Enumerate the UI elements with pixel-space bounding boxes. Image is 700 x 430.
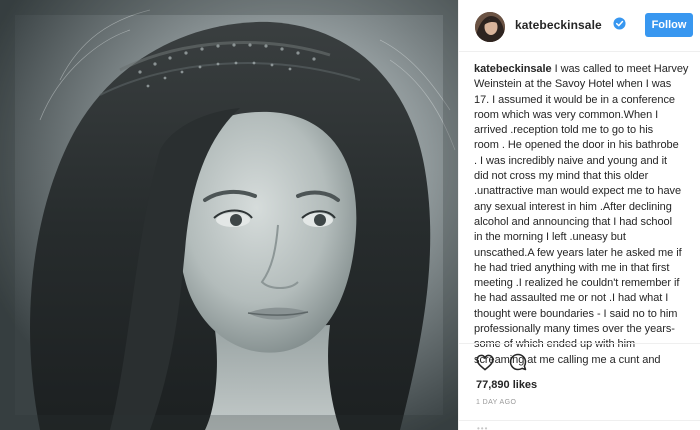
caption-username-link[interactable]: katebeckinsale [474, 63, 552, 75]
caption-line: thought were boundaries - I said no to h… [474, 307, 678, 320]
caption-line: unscathed.A few years later he asked me … [474, 246, 682, 259]
portrait-image [0, 0, 458, 430]
avatar[interactable] [475, 12, 505, 42]
more-options-icon[interactable]: ••• [477, 424, 488, 430]
caption-line-0: katebeckinsale I was called to meet Harv… [474, 62, 698, 77]
post-timestamp[interactable]: 1 DAY AGO [476, 399, 516, 406]
caption-line: .unattractive man would expect me to hav… [474, 185, 682, 198]
comment-bar: ••• [459, 420, 700, 430]
caption-line: did not cross my mind that this older [474, 170, 649, 183]
caption-line: . I was incredibly naive and young and i… [474, 154, 668, 167]
caption-line: he had tried anything with me in that fi… [474, 261, 670, 274]
caption-line: any sexual interest in him .After declin… [474, 200, 672, 213]
avatar-image [475, 12, 505, 42]
caption-line: room . He opened the door in his bathrob… [474, 139, 679, 152]
follow-button[interactable]: Follow [645, 13, 693, 37]
caption-line: 17. I assumed it would be in a conferenc… [474, 93, 675, 106]
caption-line: alcohol and announcing that I had school [474, 215, 672, 228]
caption-text: I was called to meet Harvey [551, 63, 689, 75]
comment-icon[interactable] [509, 353, 527, 371]
post-side-panel: katebeckinsale Follow katebeckinsale I w… [458, 0, 700, 430]
heart-icon[interactable] [476, 354, 494, 371]
verified-badge-icon [613, 17, 626, 30]
post-caption: katebeckinsale I was called to meet Harv… [474, 62, 698, 368]
caption-line: meeting .I realized he couldn't remember… [474, 277, 680, 290]
caption-line: arrived .reception told me to go to his [474, 124, 654, 137]
username-link[interactable]: katebeckinsale [515, 18, 602, 32]
post-photo[interactable] [0, 0, 458, 430]
instagram-post: katebeckinsale Follow katebeckinsale I w… [0, 0, 700, 430]
likes-count[interactable]: 77,890 likes [476, 379, 537, 391]
caption-line: in the morning I left .uneasy but [474, 231, 626, 244]
caption-line: professionally many times over the years… [474, 323, 675, 336]
caption-line: room which was very common.When I [474, 108, 659, 121]
post-actions [459, 343, 700, 377]
caption-line: he had assaulted me or not .I had what I [474, 292, 669, 305]
post-header: katebeckinsale Follow [459, 0, 700, 52]
caption-line: Weinstein at the Savoy Hotel when I was [474, 78, 672, 91]
